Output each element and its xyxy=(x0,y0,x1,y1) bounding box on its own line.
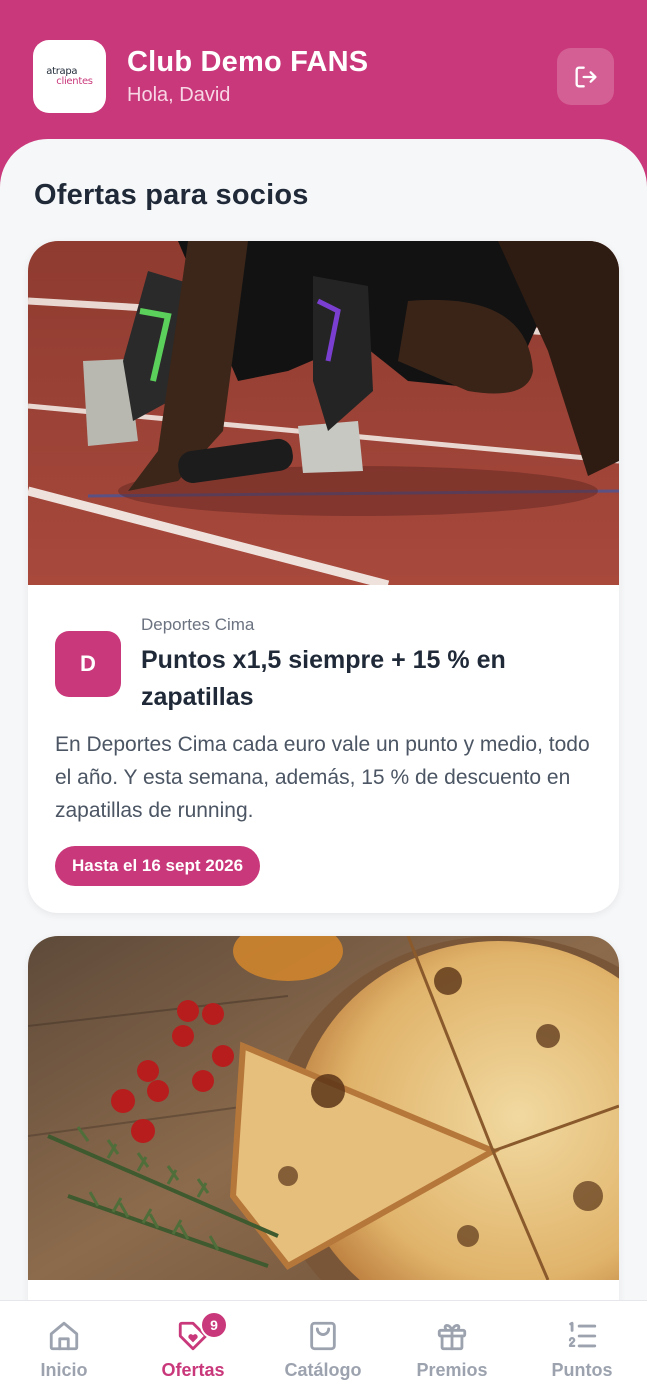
offer-card[interactable] xyxy=(28,936,619,1300)
merchant-name: Deportes Cima xyxy=(141,615,255,634)
logout-icon xyxy=(575,66,596,88)
nav-item-ofertas[interactable]: 9 Ofertas xyxy=(133,1301,253,1400)
logo-line1: atrapa xyxy=(46,65,78,77)
gift-icon xyxy=(437,1323,467,1351)
home-icon xyxy=(49,1321,79,1351)
logo-line2: clientes xyxy=(56,75,93,87)
nav-item-inicio[interactable]: Inicio xyxy=(4,1301,124,1400)
club-title: Club Demo FANS xyxy=(127,46,369,78)
offer-description: En Deportes Cima cada euro vale un punto… xyxy=(55,733,590,822)
offer-title: Puntos x1,5 siempre + 15 % en zapatillas xyxy=(141,646,506,711)
nav-label-inicio: Inicio xyxy=(40,1360,88,1380)
nav-label-catalogo: Catálogo xyxy=(284,1360,362,1380)
merchant-avatar: D xyxy=(55,631,121,697)
offer-image-running-track xyxy=(28,241,619,585)
user-greeting: Hola, David xyxy=(127,84,231,106)
bottom-navigation: Inicio 9 Ofertas Catálogo Premios Puntos xyxy=(0,1300,647,1400)
numbered-list-icon xyxy=(568,1321,597,1348)
nav-label-premios: Premios xyxy=(416,1360,488,1380)
nav-label-ofertas: Ofertas xyxy=(161,1360,225,1380)
nav-item-premios[interactable]: Premios xyxy=(392,1301,512,1400)
club-logo: atrapa clientes xyxy=(33,40,106,113)
nav-item-puntos[interactable]: Puntos xyxy=(522,1301,642,1400)
offers-screen: Ofertas para socios D Deportes Cima Punt… xyxy=(0,139,647,1300)
nav-label-puntos: Puntos xyxy=(551,1360,613,1380)
offers-count-badge: 9 xyxy=(200,1311,228,1339)
shopping-bag-icon xyxy=(310,1321,336,1351)
offer-image-pizza xyxy=(28,936,619,1280)
app-header: atrapa clientes Club Demo FANS Hola, Dav… xyxy=(0,0,647,160)
offer-card[interactable]: D Deportes Cima Puntos x1,5 siempre + 15… xyxy=(28,241,619,913)
section-title: Ofertas para socios xyxy=(34,179,309,211)
offer-valid-until-badge: Hasta el 16 sept 2026 xyxy=(55,846,261,886)
nav-item-catalogo[interactable]: Catálogo xyxy=(263,1301,383,1400)
logout-button[interactable] xyxy=(557,48,614,105)
